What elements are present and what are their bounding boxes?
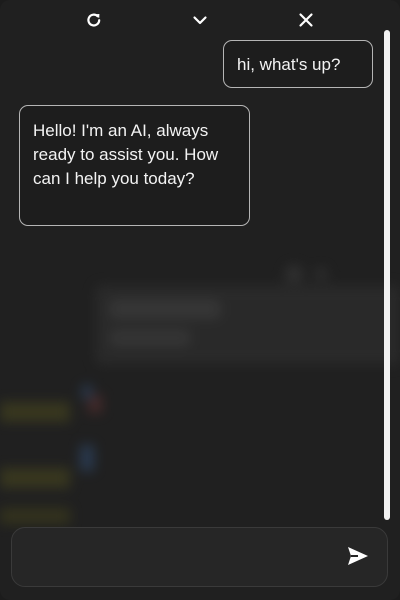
send-button[interactable] — [345, 546, 371, 570]
collapse-button[interactable] — [188, 10, 212, 34]
chat-scrollbar[interactable] — [384, 30, 390, 520]
message-composer — [11, 527, 388, 587]
close-button[interactable] — [294, 10, 318, 34]
assistant-message: Hello! I'm an AI, always ready to assist… — [19, 105, 250, 226]
message-input[interactable] — [26, 544, 340, 572]
assistant-message-text: Hello! I'm an AI, always ready to assist… — [33, 121, 219, 188]
close-icon — [297, 11, 315, 34]
user-message-text: hi, what's up? — [237, 55, 341, 74]
chat-toolbar — [0, 0, 400, 38]
refresh-icon — [85, 11, 103, 34]
send-icon — [347, 546, 369, 571]
blurred-background — [0, 0, 400, 600]
chevron-down-icon — [191, 11, 209, 34]
refresh-button[interactable] — [82, 10, 106, 34]
user-message: hi, what's up? — [223, 40, 373, 88]
chat-window: hi, what's up? Hello! I'm an AI, always … — [0, 0, 400, 600]
